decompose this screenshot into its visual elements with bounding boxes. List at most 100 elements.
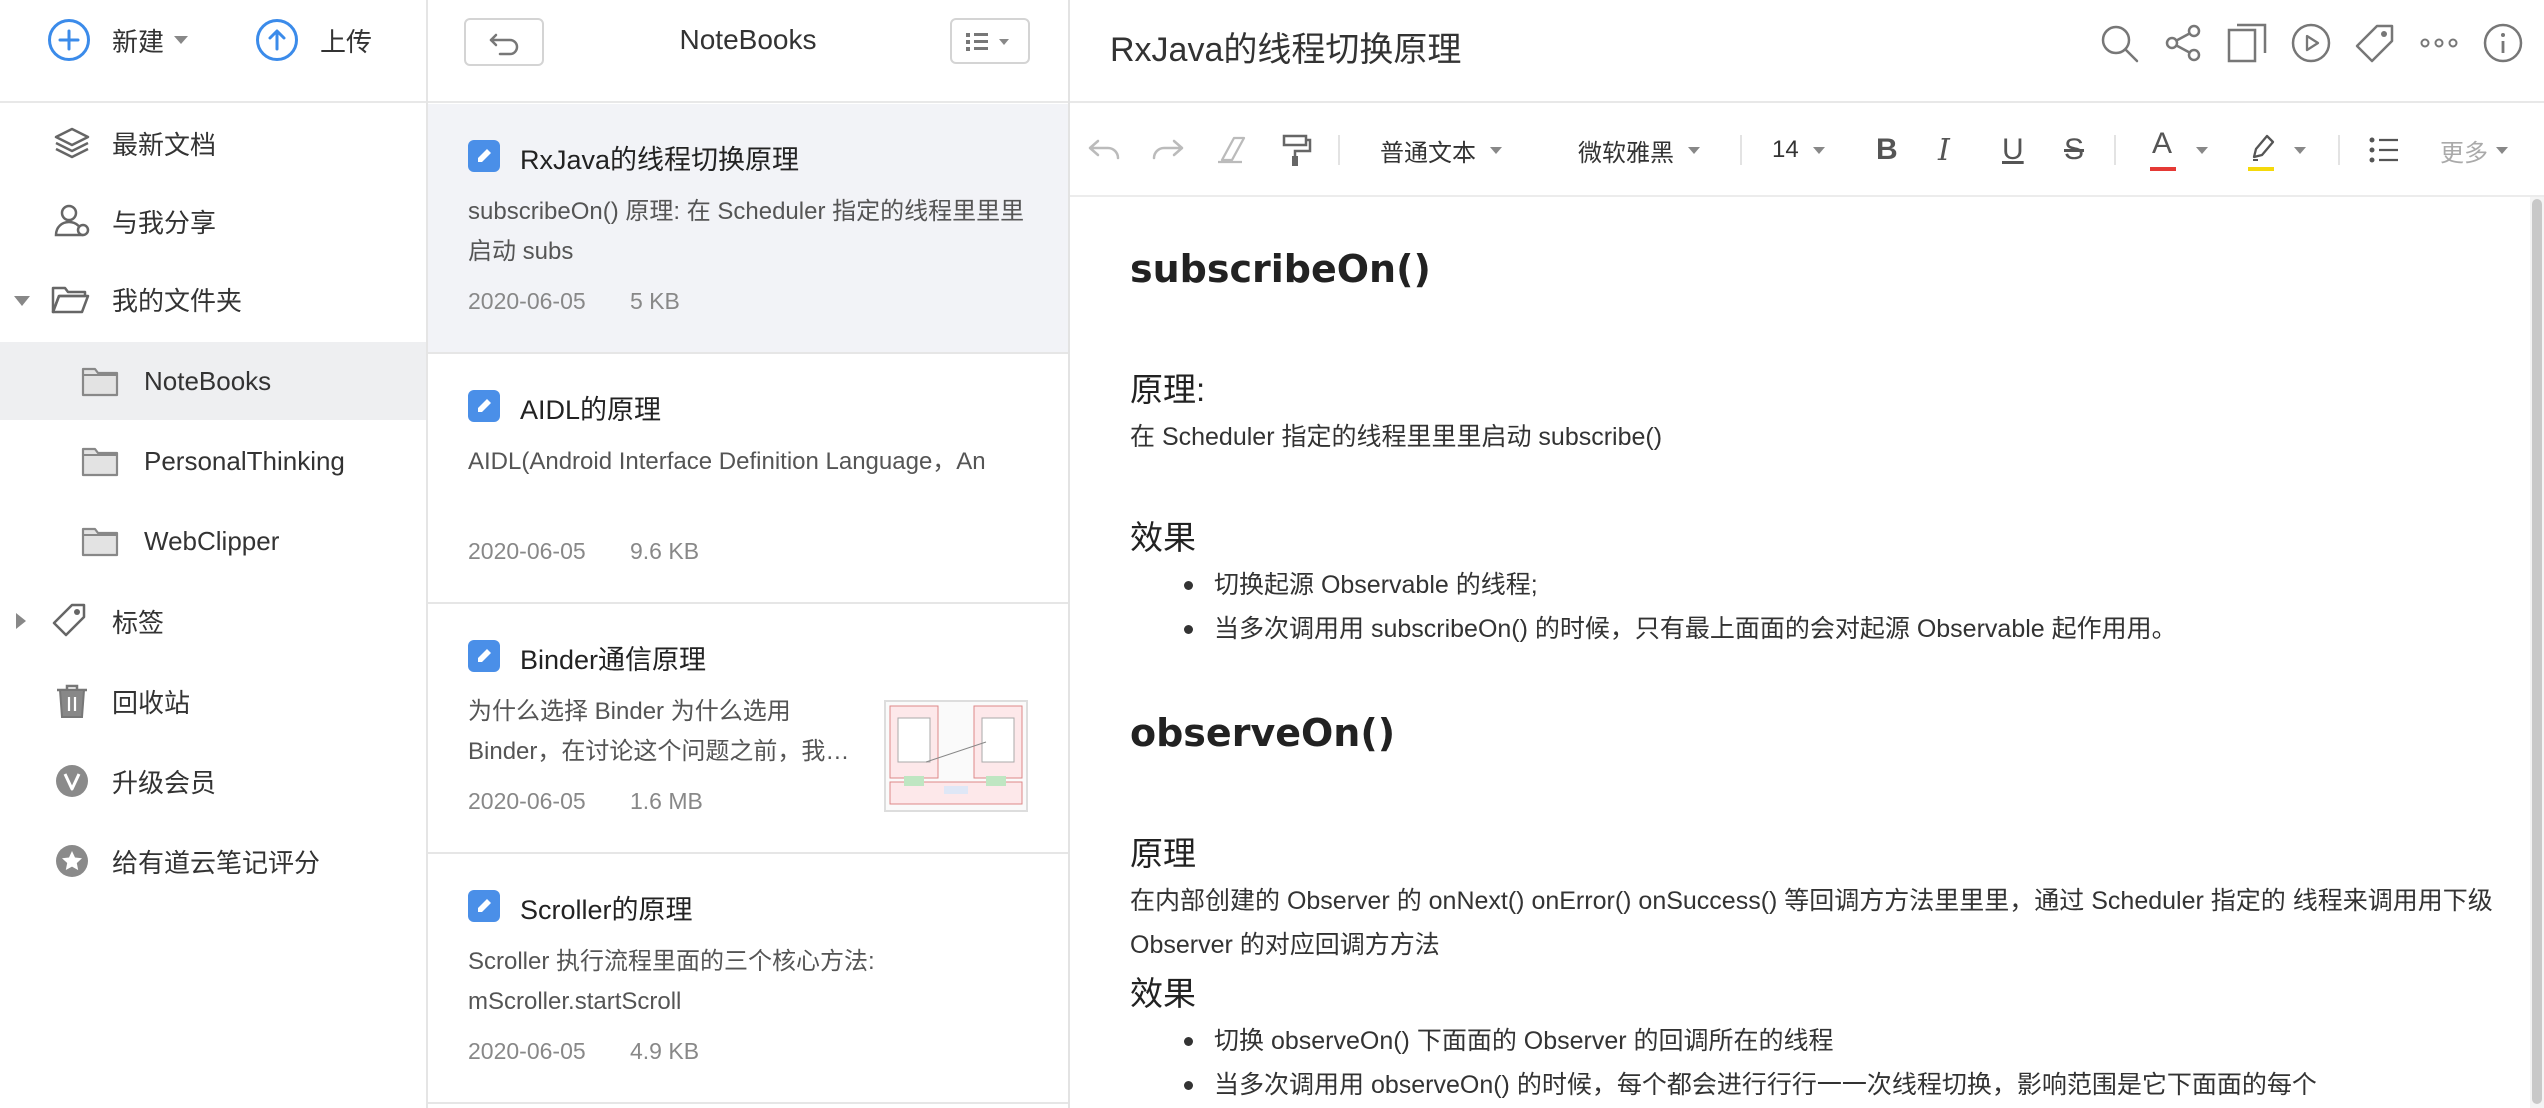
format-painter-button[interactable] [1276,127,1316,173]
more-tools-button[interactable]: 更多 [2440,127,2508,173]
sidebar-item-shared[interactable]: 与我分享 [0,182,426,260]
note-size: 9.6 KB [630,538,700,564]
underline-button[interactable]: U [2002,127,2042,173]
note-thumbnail [884,700,1028,812]
folder-icon [81,527,119,557]
sidebar: 新建 上传 最新文档 与我分享 我的文件夹 NoteBooks Personal… [0,0,428,1108]
scrollbar-thumb[interactable] [2532,199,2542,1104]
list-item: 切换 observeOn() 下面面的 Observer 的回调所在的线程 [1130,1019,2317,1063]
copy-icon[interactable] [2226,22,2268,64]
document-body[interactable]: subscribeOn() 原理: 在 Scheduler 指定的线程里里里启动… [1070,197,2530,1108]
sidebar-item-label: 最新文档 [112,129,217,160]
diagram-thumbnail-image [889,705,1023,805]
play-icon[interactable] [2290,22,2332,64]
folder-open-icon [51,286,90,314]
sidebar-item-rate[interactable]: 给有道云笔记评分 [0,822,426,900]
note-date: 2020-06-05 [468,538,586,564]
font-color-swatch [2150,167,2176,171]
search-icon[interactable] [2098,22,2140,64]
heading-effect: 效果 [1130,519,1196,556]
font-family-select[interactable]: 微软雅黑 [1578,127,1700,173]
tag-icon[interactable] [2354,22,2396,64]
list-item: 当多次调用用 observeOn() 的时候，每个都会进行行行一一次线程切换，影… [1130,1063,2317,1107]
note-card[interactable]: AIDL的原理 AIDL(Android Interface Definitio… [428,354,1068,604]
chevron-down-icon [2496,146,2508,154]
chevron-down-icon[interactable] [14,296,30,306]
sidebar-item-my-folders[interactable]: 我的文件夹 [0,260,426,338]
highlight-color-button[interactable] [2242,127,2306,173]
list-item: 当多次调用用 subscribeOn() 的时候，只有最上面面的会对起源 Obs… [1130,607,2177,651]
share-icon[interactable] [2162,22,2204,64]
note-card[interactable]: RxJava的线程切换原理 subscribeOn() 原理: 在 Schedu… [428,104,1068,354]
undo-icon [1088,139,1120,160]
sidebar-item-label: 标签 [112,607,165,638]
bullet-list-button[interactable] [2364,127,2404,173]
bold-button[interactable]: B [1876,127,1916,173]
chevron-down-icon [1688,146,1700,154]
sidebar-item-tags[interactable]: 标签 [0,582,426,660]
sidebar-actions: 新建 上传 [0,0,426,103]
trash-icon [57,684,87,718]
font-color-letter: A [2152,127,2173,160]
more-icon[interactable] [2418,22,2460,64]
toolbar-divider [2114,135,2116,165]
sidebar-item-webclipper[interactable]: WebClipper [0,502,426,580]
paragraph: 在 Scheduler 指定的线程里里里启动 subscribe() [1130,423,1663,451]
clear-format-button[interactable] [1212,127,1252,173]
chevron-right-icon[interactable] [16,613,26,629]
list-view-icon [966,33,1009,51]
chevron-down-icon [2294,146,2306,154]
more-tools-label: 更多 [2440,139,2488,167]
chevron-down-icon [2196,146,2208,154]
italic-button[interactable]: I [1938,127,1978,173]
sidebar-item-label: 回收站 [112,687,191,718]
info-icon[interactable] [2482,22,2524,64]
undo-button[interactable] [1084,127,1124,173]
sidebar-item-label: 升级会员 [112,767,217,798]
paragraph: 在内部创建的 Observer 的 onNext() onError() onS… [1130,887,2493,959]
note-title: RxJava的线程切换原理 [520,145,800,175]
editor-panel: RxJava的线程切换原理 普通文本 微软雅黑 14 B I U S A 更多 … [1070,0,2544,1108]
format-painter-icon [1282,134,1312,166]
editor-header: RxJava的线程切换原理 [1070,0,2544,103]
view-mode-button[interactable] [950,18,1030,64]
sidebar-item-trash[interactable]: 回收站 [0,662,426,740]
tag-icon [52,603,86,637]
paragraph-style-value: 普通文本 [1380,139,1476,167]
highlighter-icon [2242,127,2282,173]
sidebar-item-label: PersonalThinking [144,445,345,476]
note-date: 2020-06-05 [468,1038,586,1064]
note-size: 4.9 KB [630,1038,700,1064]
redo-button[interactable] [1148,127,1188,173]
strikethrough-button[interactable]: S [2064,127,2104,173]
note-doc-icon [468,390,500,422]
document-scrollbar[interactable] [2530,197,2544,1108]
sidebar-item-personalthinking[interactable]: PersonalThinking [0,422,426,500]
heading-principle: 原理: [1130,371,1206,408]
font-size-select[interactable]: 14 [1772,127,1825,173]
new-button[interactable]: 新建 [48,18,189,62]
vip-icon [56,765,88,797]
sidebar-item-recent[interactable]: 最新文档 [0,104,426,182]
note-title-field[interactable]: RxJava的线程切换原理 [1110,22,1461,71]
editor-header-actions [2098,22,2524,64]
sidebar-item-label: 我的文件夹 [112,285,243,316]
font-color-button[interactable]: A [2144,127,2208,173]
redo-icon [1152,139,1184,160]
note-list-panel: NoteBooks RxJava的线程切换原理 subscribeOn() 原理… [428,0,1070,1108]
note-summary: 为什么选择 Binder 为什么选用 Binder，在讨论这个问题之前，我… [468,698,850,765]
sidebar-item-upgrade[interactable]: 升级会员 [0,742,426,820]
sidebar-item-label: NoteBooks [144,365,272,396]
note-date: 2020-06-05 [468,288,586,314]
heading-subscribeon: subscribeOn() [1130,247,1431,291]
upload-button[interactable]: 上传 [256,18,372,62]
chevron-down-icon [1490,146,1502,154]
sidebar-item-notebooks[interactable]: NoteBooks [0,342,426,420]
note-card[interactable]: Binder通信原理 为什么选择 Binder 为什么选用 Binder，在讨论… [428,604,1068,854]
star-icon [56,845,88,877]
note-title: AIDL的原理 [520,395,662,425]
upload-label: 上传 [320,26,373,57]
paragraph-style-select[interactable]: 普通文本 [1380,127,1502,173]
note-card[interactable]: Scroller的原理 Scroller 执行流程里面的三个核心方法: mScr… [428,854,1068,1104]
note-summary: Scroller 执行流程里面的三个核心方法: mScroller.startS… [468,948,875,1015]
